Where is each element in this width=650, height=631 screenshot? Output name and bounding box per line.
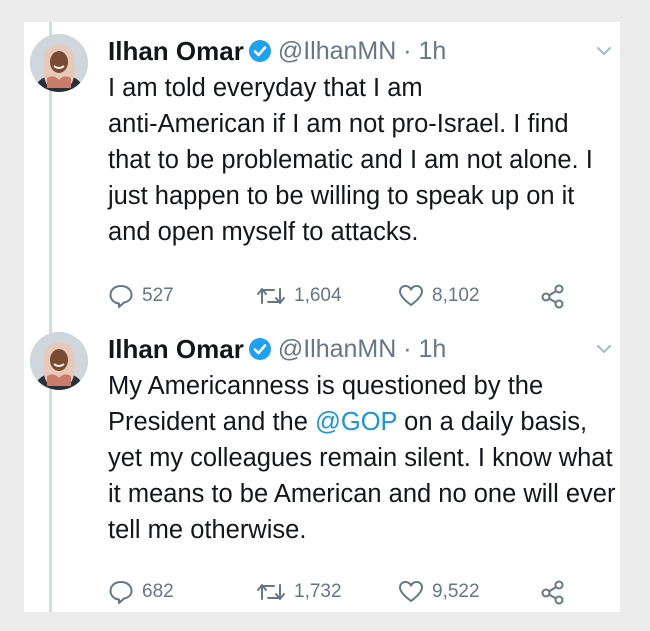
tweet-header: Ilhan Omar @IlhanMN · 1h bbox=[108, 32, 446, 70]
like-count: 8,102 bbox=[432, 285, 480, 306]
reply-icon bbox=[109, 285, 133, 308]
handle-and-time[interactable]: @IlhanMN · 1h bbox=[278, 37, 447, 66]
retweet-icon bbox=[257, 288, 285, 304]
tweet-thread-card: Ilhan Omar @IlhanMN · 1h I am told every… bbox=[24, 22, 620, 612]
reply-button[interactable]: 682 bbox=[108, 576, 174, 608]
reply-button[interactable]: 527 bbox=[108, 280, 174, 312]
verified-badge-icon bbox=[248, 39, 272, 63]
retweet-icon bbox=[257, 584, 285, 600]
heart-icon bbox=[399, 581, 423, 602]
share-button[interactable] bbox=[540, 576, 574, 608]
thread-connector-line bbox=[49, 22, 52, 612]
tweet-text-body: I am told everyday that I am anti-Americ… bbox=[108, 74, 593, 246]
retweet-count: 1,732 bbox=[294, 581, 342, 602]
like-button[interactable]: 8,102 bbox=[398, 280, 480, 312]
like-button[interactable]: 9,522 bbox=[398, 576, 480, 608]
tweet-actions: 527 1,604 8,102 bbox=[108, 280, 588, 312]
avatar[interactable] bbox=[30, 34, 88, 92]
handle-and-time[interactable]: @IlhanMN · 1h bbox=[278, 335, 447, 364]
tweet-header: Ilhan Omar @IlhanMN · 1h bbox=[108, 330, 446, 368]
verified-badge-icon bbox=[248, 337, 272, 361]
like-count: 9,522 bbox=[432, 581, 480, 602]
share-button[interactable] bbox=[540, 280, 574, 312]
avatar[interactable] bbox=[30, 332, 88, 390]
tweet-text: I am told everyday that I am anti-Americ… bbox=[108, 70, 616, 250]
heart-icon bbox=[399, 285, 423, 306]
retweet-count: 1,604 bbox=[294, 285, 342, 306]
display-name[interactable]: Ilhan Omar bbox=[108, 36, 244, 67]
reply-icon bbox=[109, 581, 133, 604]
share-icon bbox=[541, 580, 564, 605]
chevron-down-icon[interactable] bbox=[594, 44, 614, 58]
retweet-button[interactable]: 1,732 bbox=[256, 576, 342, 608]
chevron-down-icon[interactable] bbox=[594, 342, 614, 356]
reply-count: 527 bbox=[142, 285, 174, 306]
retweet-button[interactable]: 1,604 bbox=[256, 280, 342, 312]
reply-count: 682 bbox=[142, 581, 174, 602]
mention-link[interactable]: @GOP bbox=[315, 408, 397, 436]
share-icon bbox=[541, 284, 564, 309]
display-name[interactable]: Ilhan Omar bbox=[108, 334, 244, 365]
tweet-actions: 682 1,732 9,522 bbox=[108, 576, 588, 608]
tweet-text: My Americanness is questioned by the Pre… bbox=[108, 368, 616, 548]
